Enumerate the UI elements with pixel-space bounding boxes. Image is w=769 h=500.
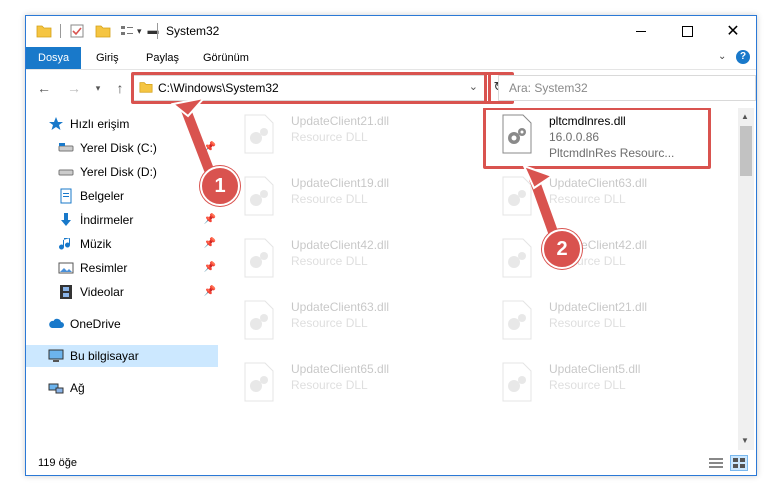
arrow-2-head: [522, 164, 555, 190]
arrow-1-head: [170, 96, 207, 118]
annotation-arrows: [170, 96, 563, 251]
step-1-badge: 1: [200, 166, 240, 206]
explorer-window: ▾ ▬ System32 ✕ Dosya Giriş Paylaş Görünü…: [25, 15, 757, 476]
step-2-badge: 2: [542, 229, 582, 269]
